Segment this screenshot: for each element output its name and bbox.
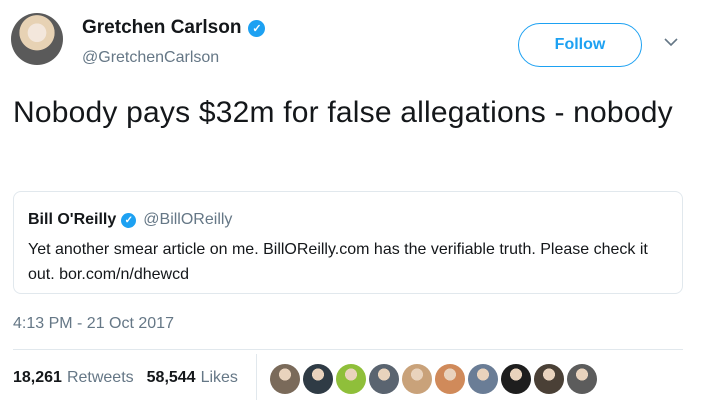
liker-avatar[interactable]: [567, 364, 597, 394]
liker-avatar[interactable]: [435, 364, 465, 394]
liker-avatar[interactable]: [336, 364, 366, 394]
retweets-label: Retweets: [66, 369, 134, 386]
liker-avatar[interactable]: [270, 364, 300, 394]
liker-avatar[interactable]: [402, 364, 432, 394]
quoted-author-handle: @BillOReilly: [143, 211, 233, 228]
retweets-stat[interactable]: 18,261 Retweets: [13, 369, 134, 387]
liker-avatar[interactable]: [468, 364, 498, 394]
liker-avatar[interactable]: [501, 364, 531, 394]
quoted-tweet-header: Bill O'Reilly ✓ @BillOReilly: [28, 209, 682, 231]
tweet-text: Nobody pays $32m for false allegations -…: [13, 96, 673, 129]
follow-button[interactable]: Follow: [518, 23, 642, 67]
avatar[interactable]: [11, 13, 63, 65]
verified-badge-icon: ✓: [248, 19, 266, 37]
author-handle[interactable]: @GretchenCarlson: [82, 49, 219, 67]
retweets-count: 18,261: [13, 369, 62, 386]
likes-stat[interactable]: 58,544 Likes: [147, 369, 238, 387]
author-name-row: Gretchen Carlson ✓: [82, 17, 266, 39]
liker-avatar[interactable]: [534, 364, 564, 394]
chevron-down-icon[interactable]: [664, 34, 678, 50]
quoted-tweet-text: Yet another smear article on me. BillORe…: [28, 241, 648, 283]
verified-badge-icon: ✓: [121, 212, 137, 228]
likes-count: 58,544: [146, 369, 196, 386]
tweet-timestamp[interactable]: 4:13 PM - 21 Oct 2017: [13, 315, 174, 333]
likes-label: Likes: [200, 369, 238, 386]
liker-avatar[interactable]: [369, 364, 399, 394]
liker-avatars: [270, 364, 597, 394]
liker-avatar[interactable]: [303, 364, 333, 394]
tweet-stats: 18,261 Retweets 58,544 Likes: [13, 350, 251, 406]
author-name[interactable]: Gretchen Carlson: [82, 17, 241, 39]
quoted-author-name: Bill O'Reilly: [28, 211, 117, 228]
stats-separator: [256, 354, 257, 400]
quoted-tweet[interactable]: Bill O'Reilly ✓ @BillOReilly Yet another…: [13, 191, 683, 294]
